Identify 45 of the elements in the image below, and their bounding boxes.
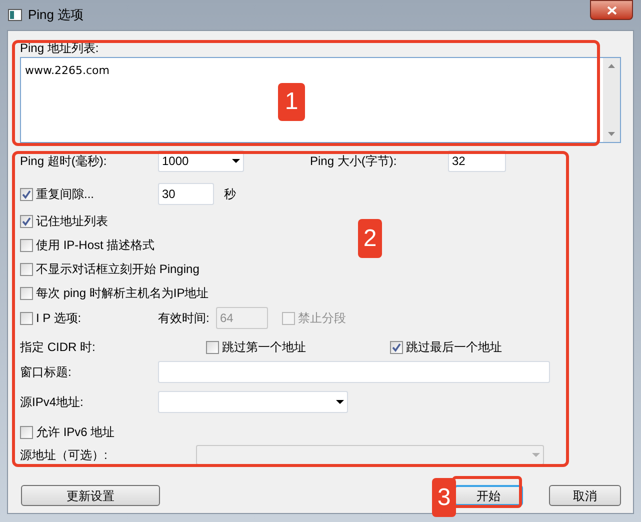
- dropdown-arrow-icon[interactable]: [232, 159, 240, 163]
- checkbox[interactable]: [20, 214, 33, 228]
- ping-size-label: Ping 大小(字节):: [310, 153, 398, 170]
- annotation-badge: 2: [358, 219, 382, 258]
- checkbox[interactable]: [20, 188, 33, 200]
- option-label: 不显示对话框立刻开始 Pinging: [36, 261, 200, 278]
- dialog-button[interactable]: 更新设置: [21, 485, 160, 506]
- ttl-label: 有效时间:: [158, 310, 210, 327]
- timeout-label: Ping 超时(毫秒):: [20, 153, 108, 170]
- cidr-label: 指定 CIDR 时:: [20, 339, 96, 356]
- repeat-label: 重复间隙...: [36, 186, 94, 203]
- window-title-label: 窗口标题:: [20, 364, 72, 381]
- close-icon: [606, 6, 616, 14]
- repeat-interval-field[interactable]: 30: [158, 183, 214, 205]
- checkbox[interactable]: [20, 286, 33, 300]
- annotation-badge: 1: [278, 83, 305, 121]
- source-address-label: 源地址（可选）:: [20, 447, 108, 464]
- window-title-field[interactable]: [158, 361, 550, 383]
- checkbox[interactable]: [390, 340, 403, 354]
- checkbox[interactable]: [20, 238, 33, 252]
- checkbox[interactable]: [206, 340, 219, 354]
- ip-options-label: I P 选项:: [36, 310, 82, 327]
- option-label: 记住地址列表: [36, 213, 108, 230]
- source-ipv4-label: 源IPv4地址:: [20, 394, 84, 411]
- dialog-button[interactable]: 取消: [549, 485, 622, 506]
- app-icon: [8, 9, 22, 21]
- checkbox[interactable]: [20, 426, 33, 438]
- seconds-unit: 秒: [224, 186, 236, 203]
- scroll-down-icon[interactable]: [608, 132, 615, 136]
- close-button[interactable]: [590, 0, 633, 20]
- option-label: 每次 ping 时解析主机名为IP地址: [36, 285, 209, 302]
- scroll-up-icon[interactable]: [608, 64, 615, 68]
- timeout-value: 1000: [162, 153, 189, 170]
- no-fragment-label: 禁止分段: [298, 310, 346, 327]
- option-label: 使用 IP-Host 描述格式: [36, 237, 155, 254]
- skip-last-label: 跳过最后一个地址: [406, 339, 502, 356]
- address-list-label: Ping 地址列表:: [20, 41, 100, 55]
- annotation-badge: 3: [432, 478, 456, 517]
- allow-ipv6-label: 允许 IPv6 地址: [36, 424, 115, 441]
- dropdown-arrow-icon[interactable]: [336, 400, 344, 404]
- window-title: Ping 选项: [28, 6, 84, 24]
- skip-first-label: 跳过第一个地址: [222, 339, 306, 356]
- address-text: www.2265.com: [25, 64, 110, 77]
- checkbox[interactable]: [20, 262, 33, 276]
- scrollbar[interactable]: [603, 58, 620, 142]
